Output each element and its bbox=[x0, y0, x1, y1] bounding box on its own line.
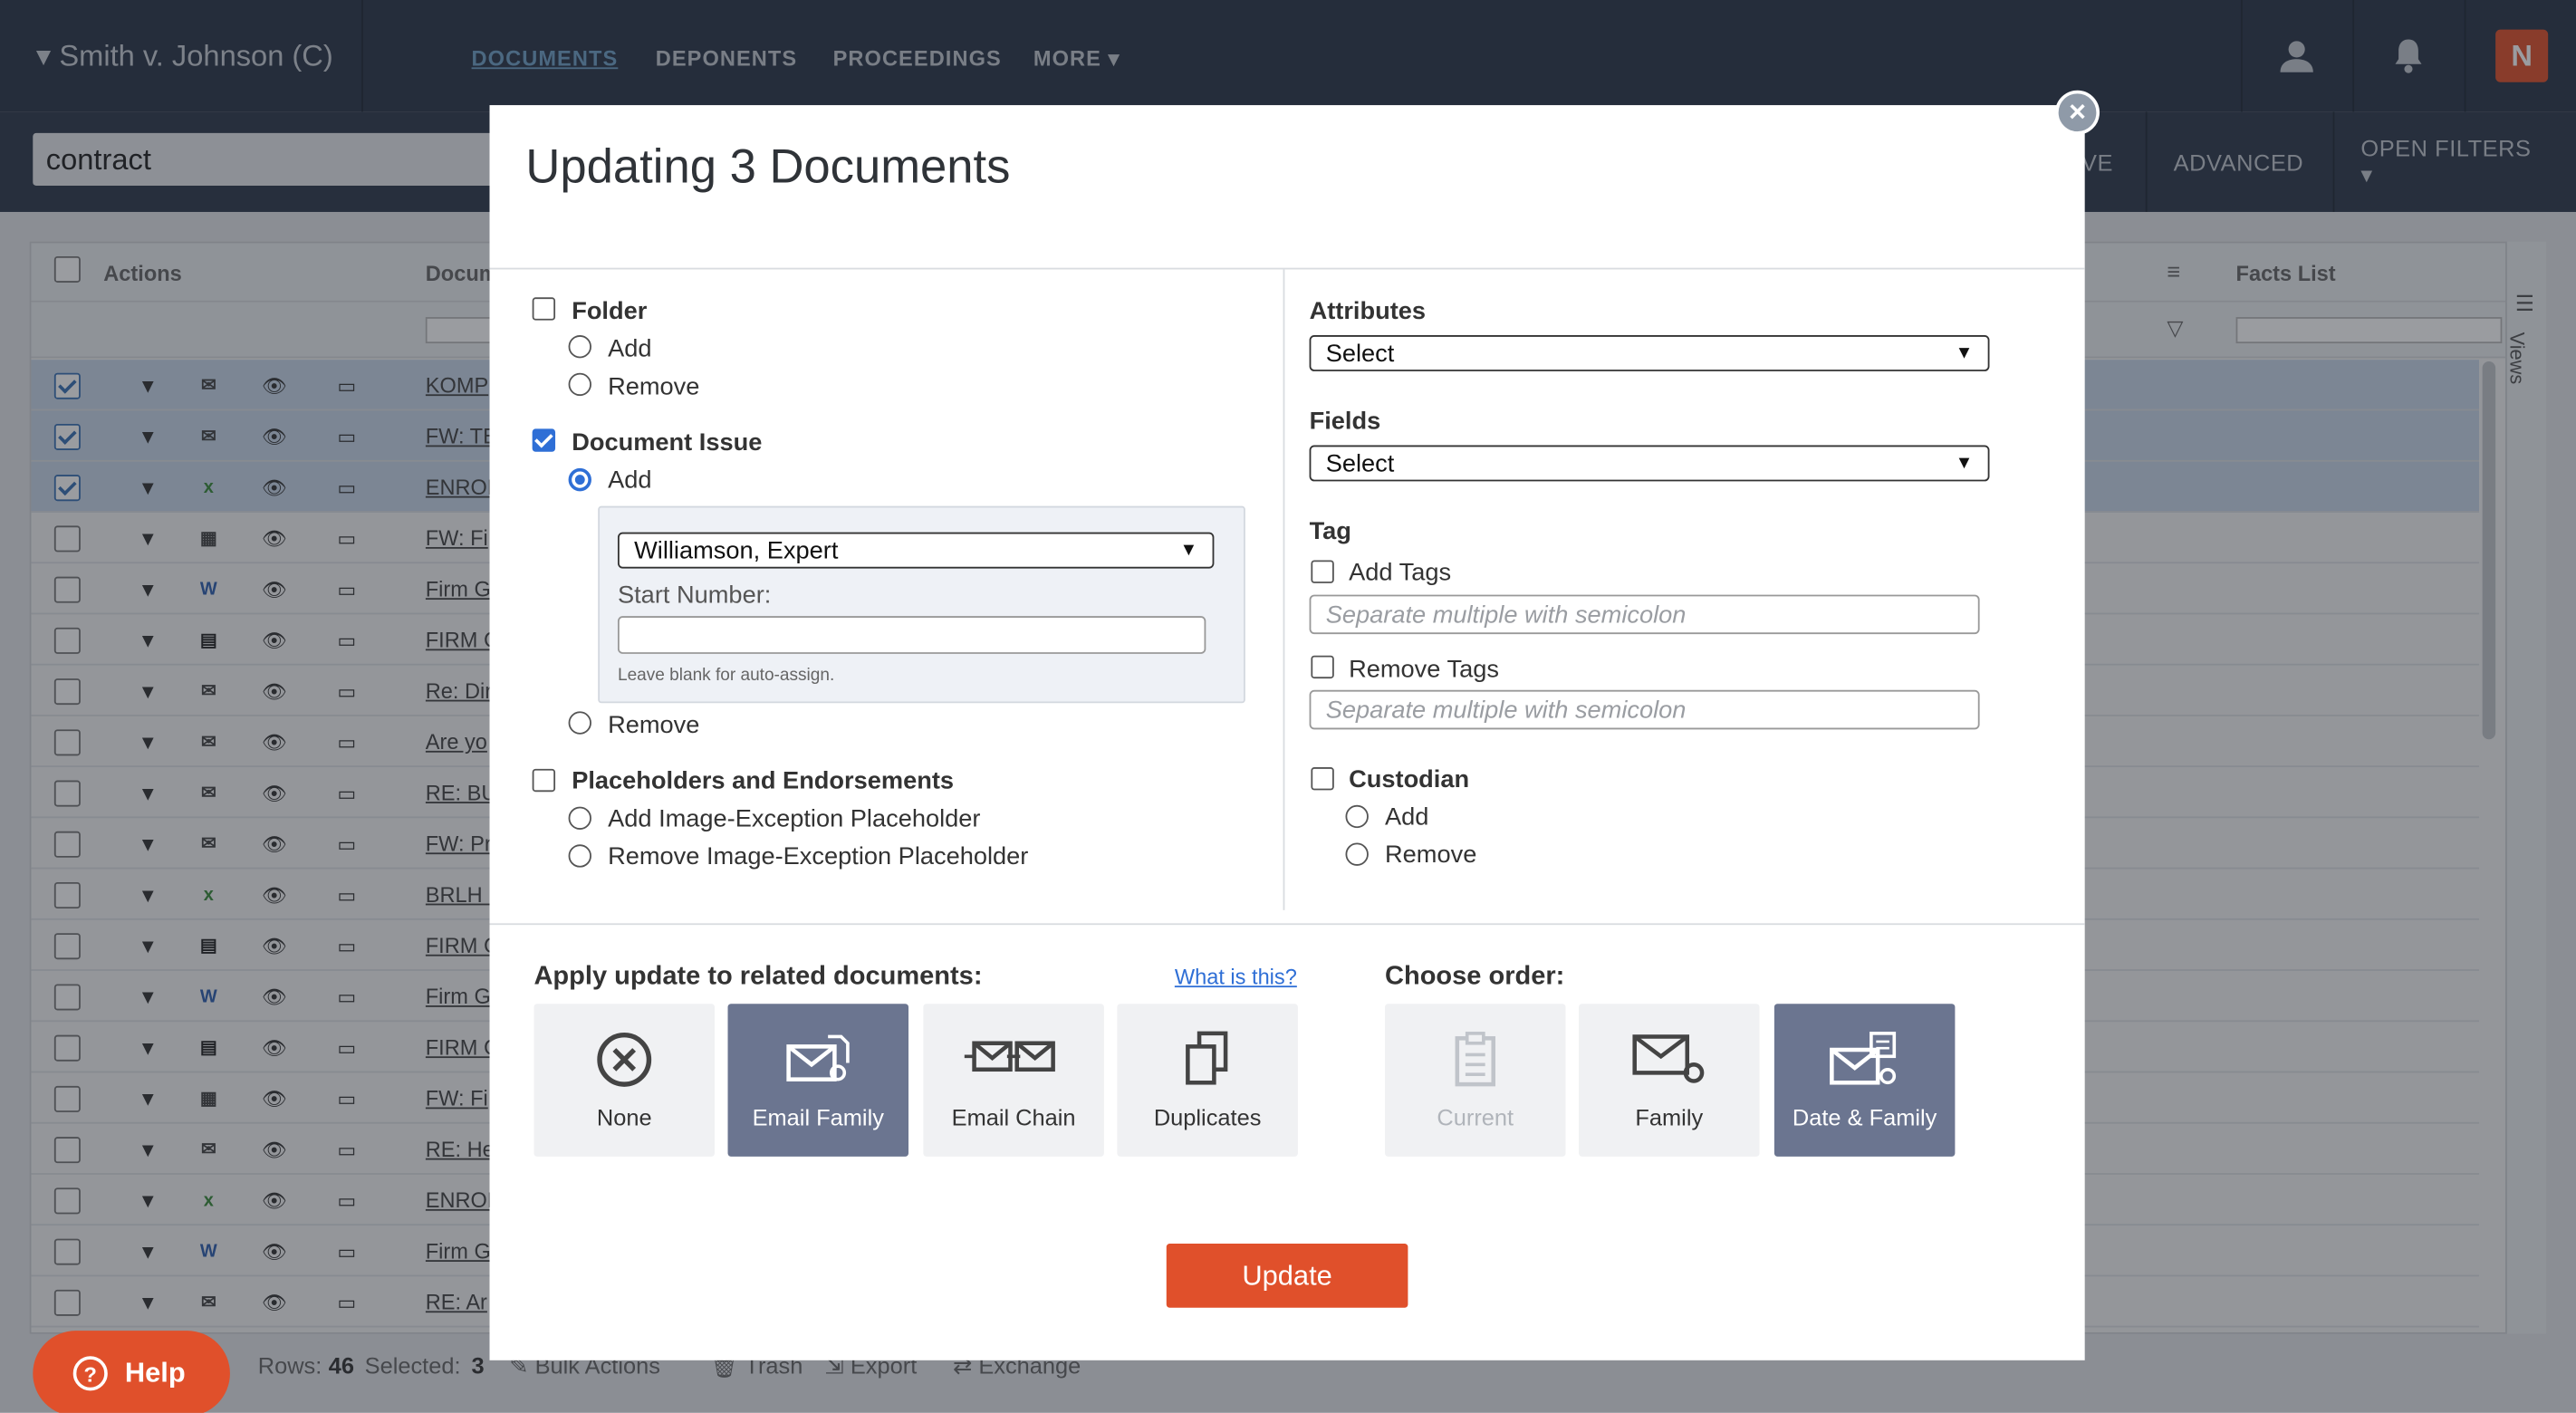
issue-settings-panel: Williamson, Expert ▼ Start Number: Leave… bbox=[598, 505, 1245, 704]
duplicates-icon bbox=[1186, 1031, 1228, 1085]
remove-tags-label: Remove Tags bbox=[1349, 655, 1499, 684]
what-is-this-link[interactable]: What is this? bbox=[1175, 965, 1297, 989]
document-issue-checkbox[interactable] bbox=[532, 428, 556, 452]
help-button[interactable]: ? Help bbox=[33, 1331, 230, 1413]
attributes-select-value: Select bbox=[1325, 339, 1395, 368]
custodian-remove-radio[interactable] bbox=[1345, 842, 1369, 866]
dialog-title: Updating 3 Documents bbox=[525, 140, 1011, 195]
divider bbox=[489, 267, 2085, 270]
start-number-hint: Leave blank for auto-assign. bbox=[617, 665, 835, 686]
issue-select-value: Williamson, Expert bbox=[634, 536, 839, 565]
close-icon[interactable]: × bbox=[2055, 90, 2100, 135]
option-label: Current bbox=[1437, 1103, 1514, 1130]
option-label: Date & Family bbox=[1792, 1103, 1937, 1130]
fields-select[interactable]: Select ▼ bbox=[1309, 445, 1990, 482]
custodian-add-label: Add bbox=[1385, 803, 1429, 831]
document-issue-add-radio[interactable] bbox=[568, 467, 591, 492]
clipboard-icon bbox=[1455, 1032, 1495, 1087]
related-option-email-family[interactable]: Email Family bbox=[727, 1004, 909, 1157]
chevron-down-icon: ▼ bbox=[1179, 540, 1198, 561]
document-issue-remove-label: Remove bbox=[608, 711, 700, 740]
folder-checkbox[interactable] bbox=[532, 297, 556, 321]
order-option-date-family[interactable]: Date & Family bbox=[1773, 1004, 1956, 1157]
fields-select-value: Select bbox=[1325, 449, 1395, 477]
start-number-input[interactable] bbox=[617, 616, 1206, 654]
document-issue-label: Document Issue bbox=[572, 428, 763, 457]
related-documents-label: Apply update to related documents: bbox=[533, 962, 983, 991]
placeholder-add-radio[interactable] bbox=[568, 806, 591, 830]
email-chain-icon bbox=[964, 1041, 1055, 1072]
document-issue-remove-radio[interactable] bbox=[568, 711, 591, 735]
column-divider bbox=[1283, 269, 1285, 910]
document-issue-add-label: Add bbox=[608, 466, 652, 495]
folder-add-radio[interactable] bbox=[568, 335, 591, 359]
order-option-current: Current bbox=[1385, 1004, 1566, 1157]
placeholders-label: Placeholders and Endorsements bbox=[572, 767, 955, 795]
attributes-select[interactable]: Select ▼ bbox=[1309, 335, 1990, 371]
option-label: Email Family bbox=[752, 1103, 884, 1130]
custodian-remove-label: Remove bbox=[1385, 841, 1477, 870]
custodian-label: Custodian bbox=[1349, 765, 1470, 794]
help-question-icon: ? bbox=[72, 1356, 108, 1391]
email-family-icon bbox=[786, 1034, 850, 1081]
option-label: Duplicates bbox=[1153, 1103, 1262, 1130]
add-tags-checkbox[interactable] bbox=[1311, 560, 1334, 583]
tag-label: Tag bbox=[1309, 517, 1351, 546]
folder-add-label: Add bbox=[608, 335, 652, 363]
help-label: Help bbox=[124, 1357, 186, 1389]
related-option-email-chain[interactable]: Email Chain bbox=[923, 1004, 1104, 1157]
issue-select[interactable]: Williamson, Expert ▼ bbox=[617, 532, 1215, 569]
divider bbox=[489, 923, 2085, 926]
chevron-down-icon: ▼ bbox=[1955, 453, 1974, 474]
attributes-label: Attributes bbox=[1309, 297, 1427, 326]
option-label: None bbox=[596, 1103, 652, 1130]
folder-label: Folder bbox=[572, 297, 648, 326]
date-family-icon bbox=[1830, 1032, 1897, 1085]
app-root: ▾ Smith v. Johnson (C) DOCUMENTS DEPONEN… bbox=[0, 0, 2576, 1413]
start-number-label: Start Number: bbox=[617, 582, 772, 610]
placeholder-add-label: Add Image-Exception Placeholder bbox=[608, 804, 981, 833]
folder-remove-label: Remove bbox=[608, 372, 700, 401]
family-email-icon bbox=[1632, 1034, 1705, 1083]
related-option-duplicates[interactable]: Duplicates bbox=[1117, 1004, 1298, 1157]
related-option-none[interactable]: None bbox=[533, 1004, 715, 1157]
custodian-add-radio[interactable] bbox=[1345, 804, 1369, 829]
add-tags-input[interactable]: Separate multiple with semicolon bbox=[1309, 594, 1980, 635]
update-button[interactable]: Update bbox=[1166, 1244, 1408, 1308]
order-option-family[interactable]: Family bbox=[1579, 1004, 1760, 1157]
none-circle-x-icon bbox=[597, 1032, 652, 1087]
placeholder-remove-radio[interactable] bbox=[568, 844, 591, 868]
folder-remove-radio[interactable] bbox=[568, 372, 591, 397]
option-label: Email Chain bbox=[951, 1103, 1076, 1130]
remove-tags-checkbox[interactable] bbox=[1311, 655, 1334, 679]
placeholders-checkbox[interactable] bbox=[532, 768, 556, 793]
custodian-checkbox[interactable] bbox=[1311, 767, 1334, 791]
option-label: Family bbox=[1635, 1103, 1704, 1130]
svg-text:?: ? bbox=[84, 1362, 97, 1386]
remove-tags-input[interactable]: Separate multiple with semicolon bbox=[1309, 689, 1980, 730]
placeholder-remove-label: Remove Image-Exception Placeholder bbox=[608, 842, 1029, 871]
choose-order-label: Choose order: bbox=[1385, 962, 1565, 991]
add-tags-label: Add Tags bbox=[1349, 558, 1452, 587]
update-documents-dialog: Updating 3 Documents Folder Add Remove D… bbox=[489, 105, 2085, 1360]
chevron-down-icon: ▼ bbox=[1955, 343, 1974, 363]
fields-label: Fields bbox=[1309, 407, 1381, 436]
